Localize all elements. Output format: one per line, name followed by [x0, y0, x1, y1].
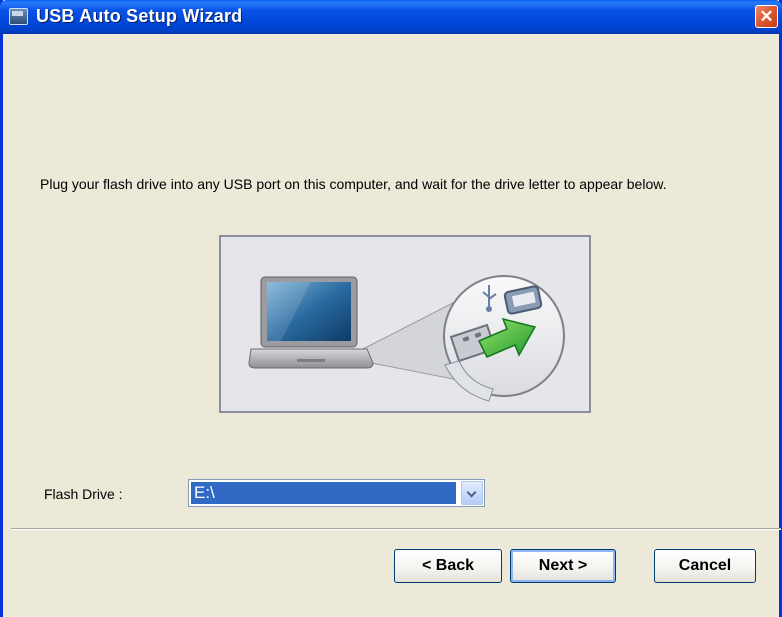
next-button[interactable]: Next >	[510, 549, 616, 583]
app-icon	[9, 8, 28, 25]
instruction-text: Plug your flash drive into any USB port …	[40, 176, 667, 192]
back-button[interactable]: < Back	[394, 549, 502, 583]
usb-illustration	[219, 235, 591, 413]
cancel-button[interactable]: Cancel	[654, 549, 756, 583]
window-title: USB Auto Setup Wizard	[36, 6, 243, 26]
flash-drive-select[interactable]: E:\	[188, 479, 485, 507]
flash-drive-label: Flash Drive :	[44, 486, 123, 502]
footer-separator	[11, 528, 781, 530]
flash-drive-selected-value: E:\	[191, 482, 456, 504]
close-button[interactable]: ✕	[755, 5, 778, 28]
title-bar: USB Auto Setup Wizard ✕	[0, 0, 782, 34]
chevron-down-icon[interactable]	[461, 481, 483, 505]
laptop-usb-plug-illustration	[248, 275, 565, 402]
wizard-window: USB Auto Setup Wizard ✕ Plug your flash …	[0, 0, 782, 617]
